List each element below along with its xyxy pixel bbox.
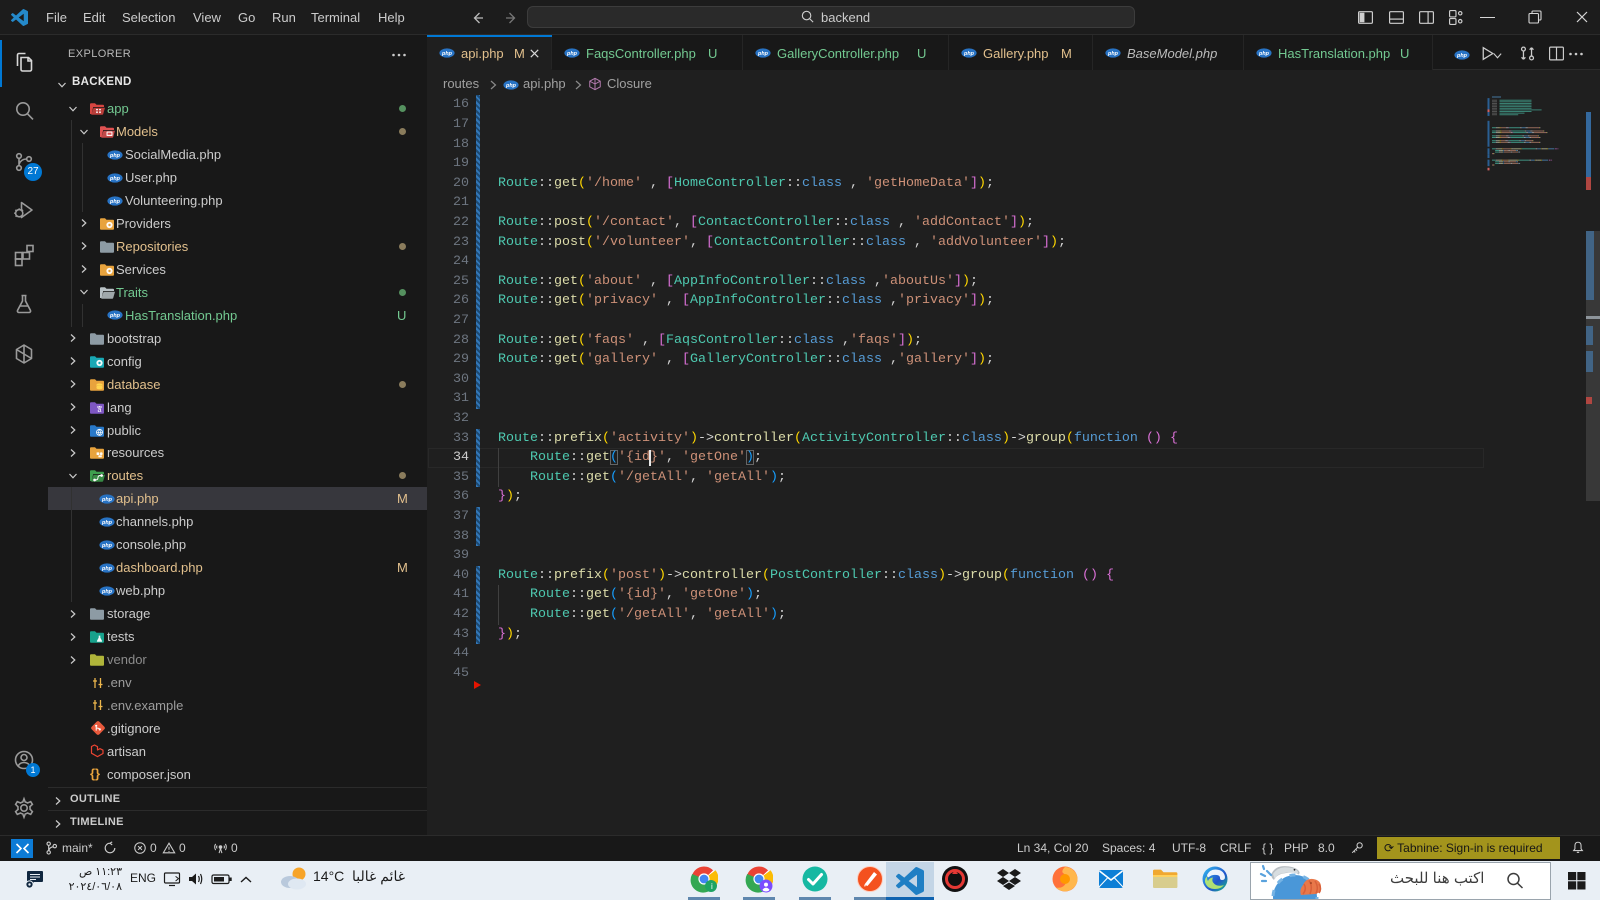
svg-text:php: php (101, 497, 113, 503)
svg-text:php: php (963, 51, 975, 57)
svg-text:php: php (441, 51, 453, 57)
svg-text:php: php (101, 543, 113, 549)
svg-text:php: php (1258, 51, 1270, 57)
svg-text:php: php (566, 51, 578, 57)
svg-text:php: php (109, 153, 121, 159)
svg-text:php: php (101, 589, 113, 595)
svg-text:php: php (109, 176, 121, 182)
svg-text:php: php (1107, 51, 1119, 57)
svg-text:php: php (101, 520, 113, 526)
svg-text:a: a (98, 407, 102, 414)
svg-text:php: php (757, 51, 769, 57)
svg-text:php: php (109, 313, 121, 319)
svg-text:php: php (101, 566, 113, 572)
svg-text:php: php (505, 83, 517, 89)
svg-text:i: i (711, 882, 713, 891)
svg-text:php: php (109, 199, 121, 205)
svg-text:php: php (1456, 53, 1468, 59)
